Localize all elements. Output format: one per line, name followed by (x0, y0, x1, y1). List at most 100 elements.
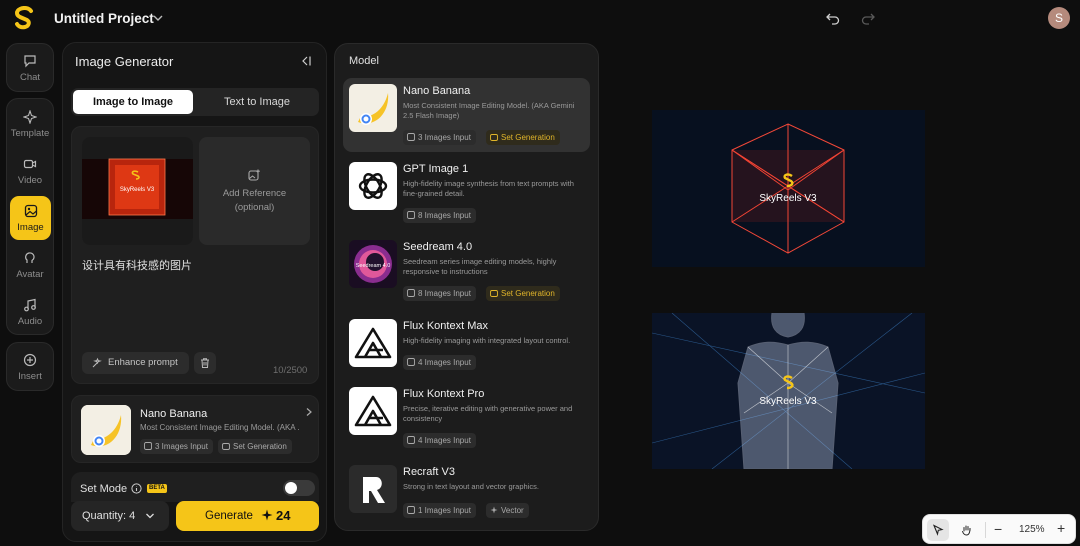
collapse-panel-icon[interactable] (300, 55, 312, 67)
quantity-label: Quantity: 4 (82, 510, 136, 522)
beta-badge: BETA (147, 484, 167, 493)
rail-label-image: Image (17, 221, 44, 233)
clear-prompt-button[interactable] (194, 352, 216, 374)
rail-item-audio[interactable]: Audio (7, 290, 53, 334)
rail-item-avatar[interactable]: Avatar (7, 243, 53, 287)
rail-item-insert[interactable]: Insert (7, 345, 53, 389)
add-reference-button[interactable]: Add Reference (optional) (199, 137, 310, 245)
chip-set-generation: Set Generation (486, 286, 560, 301)
model-desc: High-fidelity image synthesis from text … (403, 179, 574, 198)
toggle-knob (285, 482, 297, 494)
model-panel: Model Nano Banana Most Consistent Image … (334, 43, 599, 531)
flux-logo-icon (349, 387, 397, 435)
rail-item-image[interactable]: Image (10, 196, 51, 240)
images-icon (407, 506, 415, 514)
tab-image-to-image[interactable]: Image to Image (73, 90, 193, 114)
model-desc: Strong in text layout and vector graphic… (403, 482, 539, 491)
images-icon (407, 358, 415, 366)
model-item-recraft-v3[interactable]: Recraft V3 Strong in text layout and vec… (343, 459, 590, 533)
chip-label: 4 Images Input (418, 436, 471, 445)
reference-image: SkyReels V3 (82, 137, 193, 245)
toolbar-divider (985, 522, 986, 538)
redo-icon[interactable] (861, 11, 875, 25)
flux-logo-icon (349, 319, 397, 367)
generated-image-1[interactable]: SkyReels V3 (652, 110, 925, 267)
chip-label: 1 Images Input (418, 506, 471, 515)
model-desc: Most Consistent Image Editing Model. (AK… (403, 101, 575, 120)
model-name: GPT Image 1 (403, 163, 469, 175)
chip-images-input: 8 Images Input (403, 208, 476, 223)
panel-title: Image Generator (75, 54, 174, 69)
hand-tool-button[interactable] (956, 519, 978, 541)
char-count: 10/2500 (273, 365, 308, 376)
generated-image-2[interactable]: SkyReels V3 (652, 313, 925, 469)
model-item-gpt-image-1[interactable]: GPT Image 1 High-fidelity image synthesi… (343, 156, 590, 230)
chip-images-input: 4 Images Input (403, 433, 476, 448)
body-wireframe-image: SkyReels V3 (652, 313, 925, 469)
model-item-nano-banana[interactable]: Nano Banana Most Consistent Image Editin… (343, 78, 590, 152)
info-icon[interactable] (131, 483, 142, 494)
video-icon (23, 159, 37, 168)
chip-set-generation-label: Set Generation (233, 442, 287, 451)
sparkle-icon (261, 509, 273, 521)
magic-wand-icon (92, 357, 102, 368)
reference-caption: SkyReels V3 (120, 187, 155, 193)
chevron-right-icon[interactable] (304, 407, 314, 417)
chevron-down-icon (146, 513, 154, 519)
rail-group-insert: Insert (6, 342, 54, 391)
image1-caption: SkyReels V3 (759, 193, 817, 204)
sparkle-icon (490, 506, 498, 514)
selected-model-card[interactable]: Nano Banana Most Consistent Image Editin… (71, 395, 319, 463)
image2-caption: SkyReels V3 (759, 396, 817, 407)
model-name: Seedream 4.0 (403, 241, 473, 253)
enhance-prompt-button[interactable]: Enhance prompt (82, 352, 189, 374)
chip-images-input: 8 Images Input (403, 286, 476, 301)
chip-set-generation: Set Generation (218, 439, 292, 454)
select-tool-button[interactable] (927, 519, 949, 541)
flux-logo (354, 395, 392, 427)
generate-button[interactable]: Generate 24 (176, 501, 319, 531)
template-icon (23, 109, 37, 124)
set-mode-toggle[interactable] (283, 480, 315, 496)
chip-set-generation: Set Generation (486, 130, 560, 145)
tab-text-to-image[interactable]: Text to Image (197, 90, 317, 114)
prompt-input[interactable]: 设计具有科技感的图片 (82, 257, 192, 273)
chip-vector: Vector (486, 503, 529, 518)
seedream-logo-icon: Seedream 4.0 (349, 240, 397, 288)
user-avatar[interactable]: S (1048, 7, 1070, 29)
chip-images-input: 3 Images Input (140, 439, 213, 454)
reference-image-thumbnail[interactable]: SkyReels V3 (82, 137, 193, 245)
recraft-logo (363, 477, 385, 503)
chip-images-input-label: 3 Images Input (155, 442, 208, 451)
banana-image (349, 84, 397, 132)
rail-label-audio: Audio (17, 315, 43, 327)
rail-item-chat[interactable]: Chat (7, 46, 53, 90)
model-name: Flux Kontext Pro (403, 388, 485, 400)
images-icon (407, 289, 415, 297)
top-bar: Untitled Project S (0, 0, 1080, 38)
rail-item-template[interactable]: Template (7, 102, 53, 146)
selected-model-desc: Most Consistent Image Editing Model. (AK… (140, 423, 300, 432)
openai-logo (358, 173, 388, 199)
undo-icon[interactable] (826, 11, 840, 25)
chevron-down-icon[interactable] (152, 12, 164, 24)
chip-label: Set Generation (501, 133, 555, 142)
set-generation-icon (490, 134, 498, 141)
seedream-icon-text: Seedream 4.0 (356, 263, 391, 269)
chat-icon (24, 54, 36, 67)
zoom-level[interactable]: 125% (1019, 524, 1045, 535)
rail-label-template: Template (10, 127, 50, 139)
model-item-flux-kontext-pro[interactable]: Flux Kontext Pro Precise, iterative edit… (343, 381, 590, 455)
model-item-seedream-4[interactable]: Seedream 4.0 Seedream 4.0 Seedream serie… (343, 234, 590, 308)
project-title[interactable]: Untitled Project (54, 11, 154, 26)
plus-circle-icon (23, 353, 37, 366)
quantity-select[interactable]: Quantity: 4 (71, 501, 169, 531)
app-logo-icon[interactable] (12, 6, 36, 32)
chip-images-input: 3 Images Input (403, 130, 476, 145)
zoom-out-button[interactable]: − (994, 521, 1002, 537)
zoom-in-button[interactable]: + (1057, 520, 1065, 536)
canvas-toolbar: − 125% + (922, 514, 1076, 544)
rail-item-video[interactable]: Video (7, 149, 53, 193)
prompt-box: SkyReels V3 Add Reference (optional) 设计具… (71, 126, 319, 384)
model-item-flux-kontext-max[interactable]: Flux Kontext Max High-fidelity imaging w… (343, 313, 590, 387)
